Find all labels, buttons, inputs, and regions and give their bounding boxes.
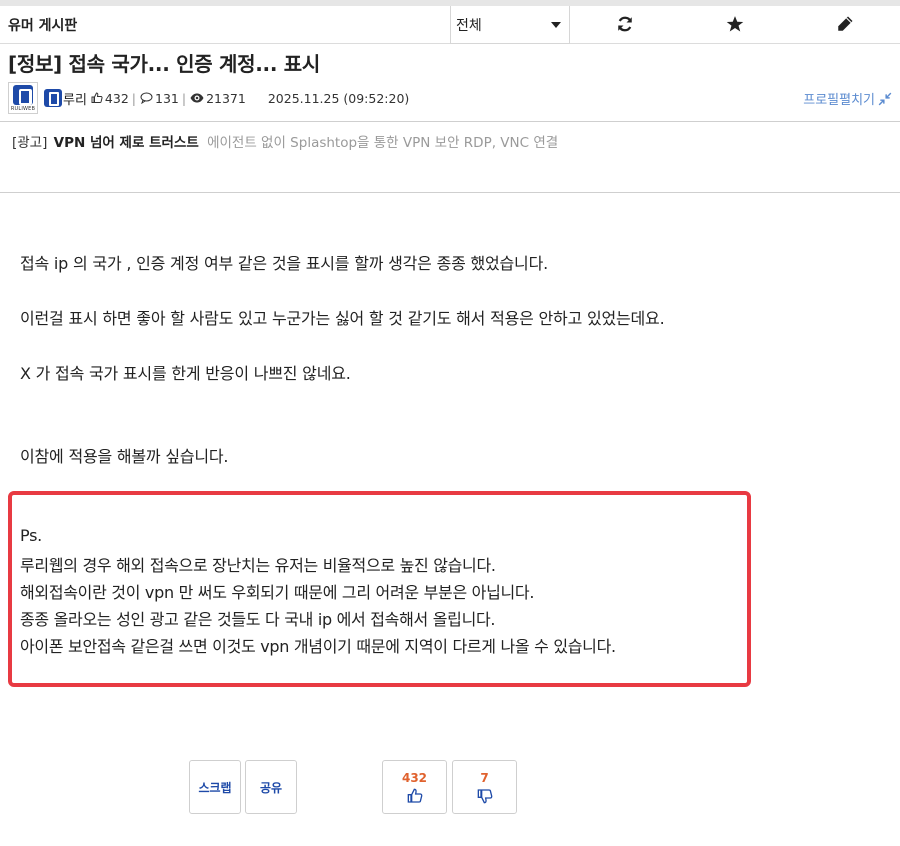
thumbs-up-icon [91,92,103,103]
avatar[interactable]: RULIWEB [8,82,38,114]
thumbs-up-icon [407,788,422,803]
ad-tag: [광고] [12,135,48,151]
upvote-count: 432 [401,770,428,785]
upvote-button[interactable]: 432 [382,760,447,814]
body-paragraph: X 가 접속 국가 표시를 한게 반응이 나쁘진 않네요. [20,364,351,383]
post-title: [정보] 접속 국가... 인증 계정... 표시 [8,52,320,76]
pencil-icon [838,16,853,31]
profile-expand-label: 프로필펼치기 [803,93,875,108]
comment-stat: 131 [140,91,179,106]
ad-description[interactable]: 에이전트 없이 Splashtop을 통한 VPN 보안 RDP, VNC 연결 [207,135,558,151]
share-button[interactable]: 공유 [245,760,297,814]
body-paragraph: 이런걸 표시 하면 좋아 할 사람도 있고 누군가는 싫어 할 것 같기도 해서… [20,309,665,328]
separator: | [181,90,187,106]
collapse-arrows-icon [878,92,892,105]
body-paragraph: 이참에 적용을 해볼까 싶습니다. [20,447,229,466]
view-count: 21371 [206,90,246,106]
board-name[interactable]: 유머 게시판 [8,15,77,35]
profile-expand-link[interactable]: 프로필펼치기 [803,89,892,108]
favorite-button[interactable] [715,9,755,39]
downvote-button[interactable]: 7 [452,760,517,814]
body-paragraph: 접속 ip 의 국가 , 인증 계정 여부 같은 것을 표시를 할까 생각은 종… [20,254,548,273]
view-stat: 21371 [190,91,246,106]
scrap-button[interactable]: 스크랩 [189,760,241,814]
separator: | [131,90,136,106]
category-select-value: 전체 [456,17,482,34]
ps-line: 루리웹의 경우 해외 접속으로 장난치는 유저는 비율적으로 높진 않습니다. [20,556,496,575]
post-meta: RULIWEB 루리 432 | 131 | 21371 2025.11.25 … [8,81,892,115]
like-stat: 432 [91,91,129,106]
post-datetime: 2025.11.25 (09:52:20) [267,90,410,106]
comment-count: 131 [155,90,179,106]
refresh-icon [618,16,632,32]
comment-icon [140,92,153,104]
user-level-icon [44,89,62,107]
ps-line: 종종 올라오는 성인 광고 같은 것들도 다 국내 ip 에서 접속해서 올립니… [20,610,496,629]
eye-icon [190,93,204,103]
author-name[interactable]: 루리 [63,89,87,108]
ps-line: 해외접속이란 것이 vpn 만 써도 우회되기 때문에 그리 어려운 부분은 아… [20,583,535,602]
downvote-count: 7 [480,770,489,785]
category-select[interactable]: 전체 [450,6,570,44]
thumbs-down-icon [477,788,492,803]
refresh-button[interactable] [605,9,645,39]
star-icon [726,16,744,32]
divider [0,121,900,122]
avatar-brand: RULIWEB [10,106,36,112]
ad-banner[interactable]: [광고] VPN 넘어 제로 트러스트 에이전트 없이 Splashtop을 통… [12,131,558,151]
board-header: 유머 게시판 전체 [0,6,900,44]
ps-line: 아이폰 보안접속 같은걸 쓰면 이것도 vpn 개념이기 때문에 지역이 다르게… [20,637,616,656]
like-count: 432 [104,90,129,106]
scrap-label: 스크랩 [198,780,232,795]
ruliweb-logo-icon [13,85,33,105]
write-button[interactable] [825,9,865,39]
divider [0,192,900,193]
share-label: 공유 [259,780,283,795]
chevron-down-icon [551,22,561,28]
ps-heading: Ps. [20,526,42,545]
ad-title[interactable]: VPN 넘어 제로 트러스트 [54,135,199,151]
